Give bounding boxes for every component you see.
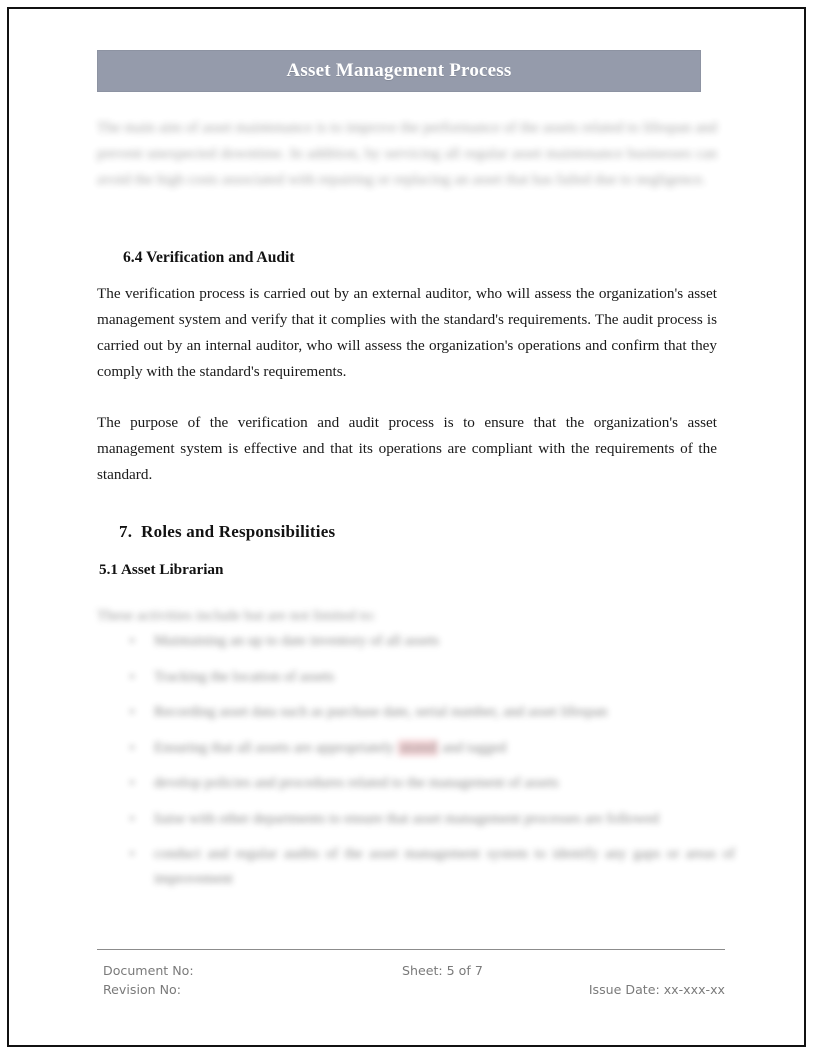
- heading-asset-librarian: 5.1 Asset Librarian: [99, 561, 224, 578]
- list-item-text: Recording asset data such as purchase da…: [154, 704, 608, 720]
- footer-row-bottom: Revision No: Issue Date: xx-xxx-xx: [97, 980, 725, 999]
- paragraph-verification-purpose: The purpose of the verification and audi…: [97, 414, 717, 483]
- list-item: Tracking the location of assets: [127, 664, 735, 690]
- list-item: Recording asset data such as purchase da…: [127, 699, 735, 725]
- list-item-text-trailing: and tagged: [438, 739, 507, 756]
- document-title-banner: Asset Management Process: [97, 50, 701, 92]
- heading-number: 7.: [119, 522, 133, 541]
- intro-paragraph-redacted: The main aim of asset maintenance is to …: [97, 119, 717, 188]
- footer-issue-date: Issue Date: xx-xxx-xx: [588, 982, 725, 997]
- list-item-text: Ensuring that all assets are appropriate…: [154, 739, 399, 756]
- highlighted-text: stored: [398, 739, 439, 756]
- heading-text: Roles and Responsibilities: [141, 522, 336, 541]
- footer-sheet-number: Sheet: 5 of 7: [402, 963, 483, 978]
- footer-document-no: Document No:: [103, 963, 194, 978]
- list-intro-redacted: These activities include but are not lim…: [97, 607, 376, 624]
- list-item: liaise with other departments to ensure …: [127, 806, 735, 832]
- heading-roles-and-responsibilities: 7. Roles and Responsibilities: [119, 522, 335, 542]
- page-footer: Document No: Sheet: 5 of 7 Revision No: …: [97, 949, 725, 999]
- list-item: Ensuring that all assets are appropriate…: [127, 735, 735, 761]
- footer-revision-no: Revision No:: [103, 982, 182, 997]
- footer-divider: [97, 949, 725, 950]
- list-item-text: conduct and regular audits of the asset …: [154, 846, 735, 887]
- list-item-text: liaise with other departments to ensure …: [154, 810, 659, 827]
- paragraph-verification-process: The verification process is carried out …: [97, 285, 717, 380]
- list-item: Maintaining an up to date inventory of a…: [127, 628, 735, 654]
- list-item: develop policies and procedures related …: [127, 770, 735, 796]
- footer-row-top: Document No: Sheet: 5 of 7: [97, 961, 725, 980]
- document-page: Asset Management Process The main aim of…: [9, 9, 804, 1045]
- list-item-text: Tracking the location of assets: [154, 668, 335, 685]
- list-item: conduct and regular audits of the asset …: [127, 841, 735, 892]
- heading-verification-and-audit: 6.4 Verification and Audit: [123, 249, 295, 266]
- asset-librarian-responsibilities-list: Maintaining an up to date inventory of a…: [127, 628, 735, 903]
- page-title: Asset Management Process: [286, 60, 512, 81]
- document-page-frame: Asset Management Process The main aim of…: [7, 7, 806, 1047]
- list-item-text: Maintaining an up to date inventory of a…: [154, 633, 440, 649]
- list-item-text: develop policies and procedures related …: [154, 775, 559, 791]
